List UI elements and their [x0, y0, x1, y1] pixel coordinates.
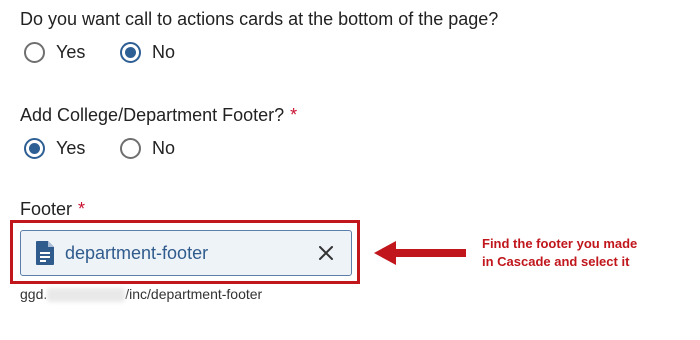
instruction-annotation: Find the footer you made in Cascade and …: [482, 235, 637, 271]
footer-field-text: Footer: [20, 199, 73, 219]
asset-path: ggd. /inc/department-footer: [20, 286, 263, 303]
cta-no-radio-option[interactable]: No: [120, 42, 175, 63]
footer-asset-chooser[interactable]: department-footer: [20, 230, 352, 276]
footer-toggle-question-label: Add College/Department Footer? *: [20, 104, 297, 126]
asset-path-suffix: /inc/department-footer: [125, 286, 263, 302]
close-icon[interactable]: [319, 246, 333, 260]
radio-unchecked-icon[interactable]: [120, 138, 141, 159]
radio-checked-icon[interactable]: [24, 138, 45, 159]
footer-no-radio-option[interactable]: No: [120, 138, 175, 159]
instruction-line-1: Find the footer you made: [482, 236, 638, 251]
cta-yes-label: Yes: [56, 42, 86, 62]
instruction-line-2: in Cascade and select it: [482, 254, 630, 269]
selected-asset-name[interactable]: department-footer: [65, 243, 315, 264]
cta-question-label: Do you want call to actions cards at the…: [20, 9, 499, 29]
redacted-path-segment: [47, 288, 126, 303]
required-asterisk: *: [290, 105, 298, 125]
arrow-left-icon: [374, 241, 466, 265]
radio-checked-icon[interactable]: [120, 42, 141, 63]
asset-path-prefix: ggd.: [20, 286, 48, 302]
cta-no-label: No: [152, 42, 176, 62]
footer-toggle-question-text: Add College/Department Footer?: [20, 105, 285, 125]
radio-unchecked-icon[interactable]: [24, 42, 45, 63]
cta-yes-radio-option[interactable]: Yes: [24, 42, 85, 63]
footer-field-label: Footer *: [20, 198, 85, 220]
footer-yes-radio-option[interactable]: Yes: [24, 138, 85, 159]
required-asterisk: *: [78, 199, 86, 219]
footer-yes-label: Yes: [56, 138, 86, 158]
clear-selection-button[interactable]: [315, 242, 337, 264]
document-icon: [36, 241, 54, 265]
footer-no-label: No: [152, 138, 176, 158]
